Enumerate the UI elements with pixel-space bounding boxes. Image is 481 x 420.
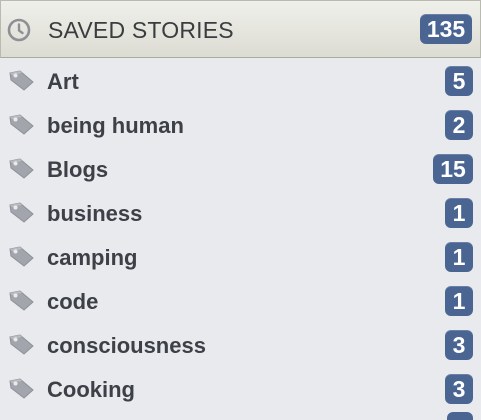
saved-stories-count-badge: 135 — [420, 14, 472, 44]
tag-icon — [9, 334, 34, 355]
tag-label: consciousness — [47, 333, 206, 358]
tag-item-blogs[interactable]: Blogs 15 — [0, 146, 481, 190]
tag-icon — [9, 202, 34, 223]
tag-item-art[interactable]: Art 5 — [0, 58, 481, 102]
tag-item-business[interactable]: business 1 — [0, 190, 481, 234]
tag-count-badge: 2 — [445, 110, 473, 140]
tag-item-code[interactable]: code 1 — [0, 278, 481, 322]
tag-label: Blogs — [47, 157, 109, 182]
tag-item-being-human[interactable]: being human 2 — [0, 102, 481, 146]
tag-count-badge: 1 — [445, 286, 473, 316]
saved-stories-title: SAVED STORIES — [48, 17, 234, 43]
saved-stories-panel: SAVED STORIES 135 Art 5 being human 2 Bl… — [0, 0, 481, 420]
tag-count-badge: 15 — [433, 154, 473, 184]
tag-icon — [9, 246, 34, 267]
saved-stories-header[interactable]: SAVED STORIES 135 — [0, 0, 481, 58]
tag-list: Art 5 being human 2 Blogs 15 business 1 … — [0, 58, 481, 410]
tag-icon — [9, 70, 34, 91]
tag-item-cooking[interactable]: Cooking 3 — [0, 366, 481, 410]
tag-label: Art — [47, 69, 79, 94]
tag-icon — [9, 114, 34, 135]
tag-label: business — [47, 201, 143, 226]
tag-label: code — [47, 289, 99, 314]
tag-item-consciousness[interactable]: consciousness 3 — [0, 322, 481, 366]
clock-icon — [7, 18, 31, 42]
tag-count-badge: 1 — [445, 242, 473, 272]
tag-label: Cooking — [47, 377, 135, 402]
tag-icon — [9, 158, 34, 179]
tag-label: being human — [47, 113, 184, 138]
tag-icon — [9, 378, 34, 399]
tag-icon — [9, 290, 34, 311]
tag-count-badge: 3 — [445, 330, 473, 360]
tag-count-badge: 1 — [445, 198, 473, 228]
tag-count-badge: 5 — [445, 66, 473, 96]
next-tag-count-badge-partial — [447, 412, 473, 420]
tag-item-camping[interactable]: camping 1 — [0, 234, 481, 278]
tag-count-badge: 3 — [445, 374, 473, 404]
tag-label: camping — [47, 245, 138, 270]
